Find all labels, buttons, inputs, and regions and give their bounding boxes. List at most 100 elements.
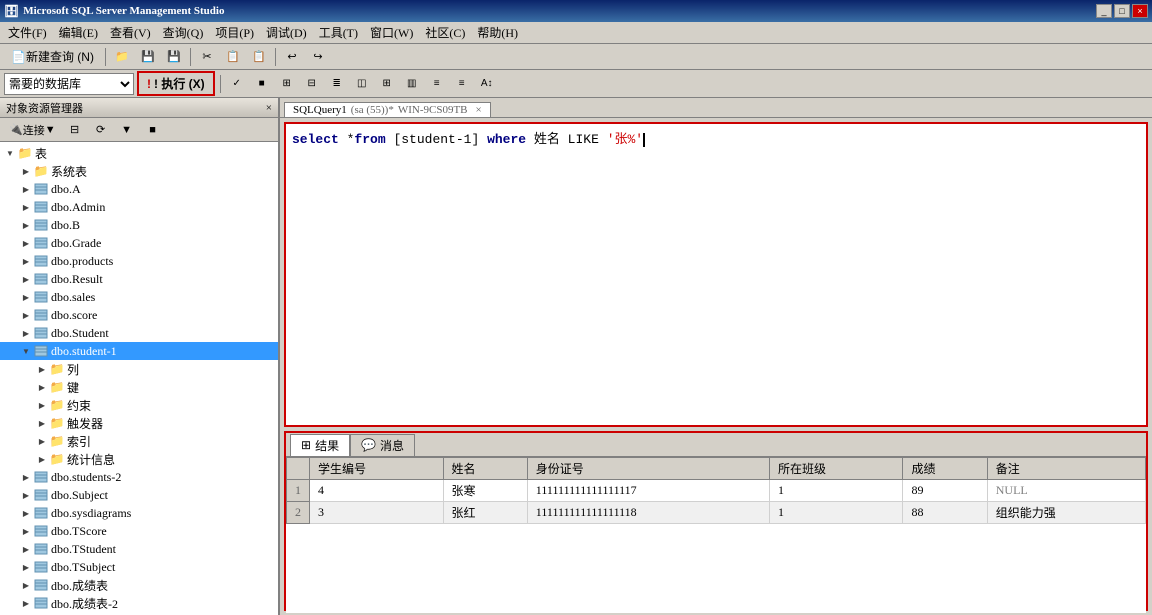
table-row[interactable]: 14张寒111111111111111117189NULL xyxy=(287,480,1146,502)
minimize-button[interactable]: _ xyxy=(1096,4,1112,18)
results-tab-messages[interactable]: 💬 消息 xyxy=(350,434,415,456)
tree-item-label: dbo.B xyxy=(51,218,80,233)
table-cell: 111111111111111118 xyxy=(527,502,769,524)
menu-file[interactable]: 文件(F) xyxy=(2,22,53,43)
disconnect-button[interactable]: ⊟ xyxy=(63,119,87,141)
filter-button[interactable]: ▼ xyxy=(115,119,139,141)
save-button[interactable]: 💾 xyxy=(136,46,160,68)
tree-item[interactable]: ▶dbo.Result xyxy=(0,270,278,288)
tree-item[interactable]: ▶📁列 xyxy=(0,360,278,378)
include-client[interactable]: ⊞ xyxy=(376,73,398,95)
tree-node-icon: 📁 xyxy=(50,399,64,411)
menu-tools[interactable]: 工具(T) xyxy=(313,22,364,43)
set-rows[interactable]: ≡ xyxy=(426,73,448,95)
copy-button[interactable]: 📋 xyxy=(221,46,245,68)
query-tab-close-icon[interactable]: × xyxy=(476,104,482,116)
tree-item[interactable]: ▶dbo.Subject xyxy=(0,486,278,504)
results-tab-results[interactable]: ⊞ 结果 xyxy=(290,434,350,456)
menu-edit[interactable]: 编辑(E) xyxy=(53,22,104,43)
tree-expand-icon: ▶ xyxy=(20,525,32,537)
tree-node-icon xyxy=(34,219,48,231)
tree-item[interactable]: ▶dbo.成绩表 xyxy=(0,576,278,594)
table-row[interactable]: 23张红111111111111111118188组织能力强 xyxy=(287,502,1146,524)
parse-button[interactable]: ⊞ xyxy=(276,73,298,95)
query-tab[interactable]: SQLQuery1 (sa (55))* WIN-9CS09TB × xyxy=(284,102,491,117)
query-options[interactable]: ▥ xyxy=(401,73,423,95)
menu-project[interactable]: 项目(P) xyxy=(209,22,260,43)
open-button[interactable]: 📁 xyxy=(110,46,134,68)
results-to-text[interactable]: ≣ xyxy=(326,73,348,95)
set-cols[interactable]: ≡ xyxy=(451,73,473,95)
tree-item[interactable]: ▼📁表 xyxy=(0,144,278,162)
check-button[interactable]: ✓ xyxy=(226,73,248,95)
menu-debug[interactable]: 调试(D) xyxy=(260,22,313,43)
sort-button[interactable]: A↕ xyxy=(476,73,498,95)
tree-item[interactable]: ▶dbo.score xyxy=(0,306,278,324)
results-messages-icon: 💬 xyxy=(361,438,376,453)
stop-button[interactable]: ■ xyxy=(251,73,273,95)
cut-button[interactable]: ✂ xyxy=(195,46,219,68)
maximize-button[interactable]: □ xyxy=(1114,4,1130,18)
tree-node-icon xyxy=(34,507,48,519)
results-to-grid[interactable]: ⊟ xyxy=(301,73,323,95)
tree-item[interactable]: ▶📁系统表 xyxy=(0,162,278,180)
save-all-button[interactable]: 💾 xyxy=(162,46,186,68)
tree-item[interactable]: ▶📁索引 xyxy=(0,432,278,450)
tree-item[interactable]: ▶dbo.sysdiagrams xyxy=(0,504,278,522)
tree-expand-icon: ▶ xyxy=(36,417,48,429)
tree-item[interactable]: ▶dbo.TScore xyxy=(0,522,278,540)
tree-expand-icon: ▶ xyxy=(20,183,32,195)
row-number: 1 xyxy=(287,480,310,502)
undo-button[interactable]: ↩ xyxy=(280,46,304,68)
tree-item[interactable]: ▶dbo.students-2 xyxy=(0,468,278,486)
tree-item[interactable]: ▶📁触发器 xyxy=(0,414,278,432)
tree-node-icon xyxy=(34,309,48,321)
tree-item[interactable]: ▶dbo.B xyxy=(0,216,278,234)
redo-button[interactable]: ↪ xyxy=(306,46,330,68)
new-query-button[interactable]: 📄 新建查询 (N) xyxy=(4,46,101,68)
tree-item[interactable]: ▶ dbo.Student xyxy=(0,324,278,342)
execute-button[interactable]: ! ! 执行 (X) xyxy=(137,71,215,96)
menu-view[interactable]: 查看(V) xyxy=(104,22,157,43)
tree-item[interactable]: ▶dbo.products xyxy=(0,252,278,270)
right-panel: SQLQuery1 (sa (55))* WIN-9CS09TB × selec… xyxy=(280,98,1152,615)
menu-community[interactable]: 社区(C) xyxy=(419,22,471,43)
close-button[interactable]: × xyxy=(1132,4,1148,18)
tree-item[interactable]: ▼dbo.student-1 xyxy=(0,342,278,360)
panel-close-icon[interactable]: × xyxy=(266,102,272,114)
tree-expand-icon: ▶ xyxy=(20,597,32,609)
toolbar-query: 需要的数据库 ! ! 执行 (X) ✓ ■ ⊞ ⊟ ≣ ◫ ⊞ ▥ ≡ ≡ A↕ xyxy=(0,70,1152,98)
tree-expand-icon: ▶ xyxy=(20,255,32,267)
tree-expand-icon: ▶ xyxy=(20,579,32,591)
tree-item-label: 列 xyxy=(67,361,79,378)
tree-item[interactable]: ▶dbo.sales xyxy=(0,288,278,306)
query-editor[interactable]: select *from [student-1] where 姓名 LIKE '… xyxy=(284,122,1148,427)
tree-item[interactable]: ▶dbo.TStudent xyxy=(0,540,278,558)
tree-item-label: dbo.Result xyxy=(51,272,103,287)
tree-item[interactable]: ▶dbo.成绩表-2 xyxy=(0,594,278,612)
stop-explorer-button[interactable]: ■ xyxy=(141,119,165,141)
menu-help[interactable]: 帮助(H) xyxy=(471,22,524,43)
tree-item[interactable]: ▶dbo.TSubject xyxy=(0,558,278,576)
tree-item-label: 触发器 xyxy=(67,415,103,432)
tree-expand-icon: ▶ xyxy=(36,435,48,447)
tree-item[interactable]: ▶📁约束 xyxy=(0,396,278,414)
menu-query[interactable]: 查询(Q) xyxy=(157,22,210,43)
database-select[interactable]: 需要的数据库 xyxy=(4,73,134,95)
tree-item[interactable]: ▶dbo.A xyxy=(0,180,278,198)
connect-button[interactable]: 🔌 连接 ▼ xyxy=(4,119,61,141)
results-to-file[interactable]: ◫ xyxy=(351,73,373,95)
menu-window[interactable]: 窗口(W) xyxy=(364,22,419,43)
table-cell: NULL xyxy=(987,480,1145,502)
tree-item-label: dbo.Student xyxy=(51,326,109,341)
tree-item[interactable]: ▶dbo.Admin xyxy=(0,198,278,216)
paste-button[interactable]: 📋 xyxy=(247,46,271,68)
tree-item[interactable]: ▶dbo.Grade xyxy=(0,234,278,252)
refresh-explorer-button[interactable]: ⟳ xyxy=(89,119,113,141)
tree-node-icon xyxy=(34,561,48,573)
tree-item[interactable]: ▶📁键 xyxy=(0,378,278,396)
object-explorer-title: 对象资源管理器 xyxy=(6,100,83,116)
object-explorer-panel: 对象资源管理器 × 🔌 连接 ▼ ⊟ ⟳ ▼ ■ ▼📁表▶📁系统表▶dbo.A▶… xyxy=(0,98,280,615)
tree-item[interactable]: ▶📁统计信息 xyxy=(0,450,278,468)
tree-expand-icon: ▶ xyxy=(20,327,32,339)
